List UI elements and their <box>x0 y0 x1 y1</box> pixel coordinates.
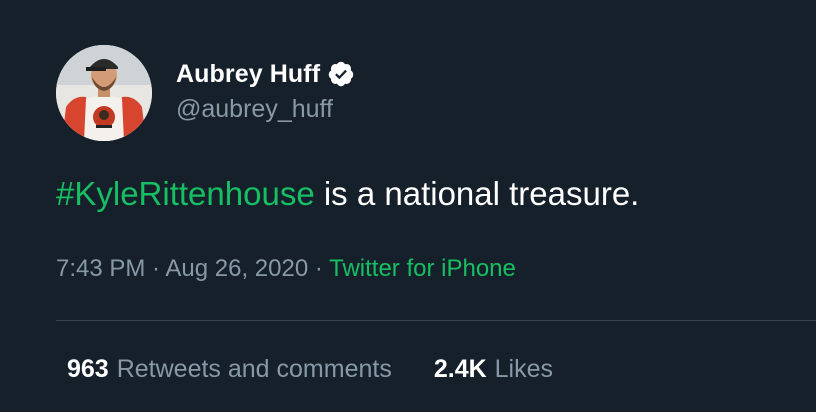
avatar[interactable] <box>56 45 152 141</box>
likes-count: 2.4K <box>433 355 487 383</box>
tweet-date[interactable]: Aug 26, 2020 <box>165 255 308 282</box>
tweet-stats: 963 Retweets and comments 2.4K Likes <box>67 355 553 384</box>
tweet-card: Aubrey Huff @aubrey_huff #KyleRittenhous… <box>0 0 816 412</box>
meta-separator: · <box>308 255 330 282</box>
verified-badge-icon <box>327 60 355 88</box>
divider <box>56 320 816 321</box>
hashtag-link[interactable]: #KyleRittenhouse <box>56 175 315 212</box>
tweet-body-text: is a national treasure. <box>314 175 640 212</box>
retweets-stat[interactable]: 963 Retweets and comments <box>67 355 392 384</box>
meta-separator: · <box>145 255 166 282</box>
tweet-text: #KyleRittenhouse is a national treasure. <box>56 175 639 213</box>
retweets-label: Retweets and comments <box>116 355 392 383</box>
display-name[interactable]: Aubrey Huff <box>176 60 320 89</box>
user-handle[interactable]: @aubrey_huff <box>176 95 333 124</box>
tweet-source-link[interactable]: Twitter for iPhone <box>329 255 516 282</box>
likes-label: Likes <box>494 355 554 383</box>
tweet-meta: 7:43 PM · Aug 26, 2020 · Twitter for iPh… <box>56 255 516 283</box>
likes-stat[interactable]: 2.4K Likes <box>434 355 553 384</box>
avatar-photo-icon <box>56 45 152 141</box>
tweet-time[interactable]: 7:43 PM <box>56 255 145 282</box>
name-row: Aubrey Huff <box>176 56 355 92</box>
retweets-count: 963 <box>67 355 109 383</box>
